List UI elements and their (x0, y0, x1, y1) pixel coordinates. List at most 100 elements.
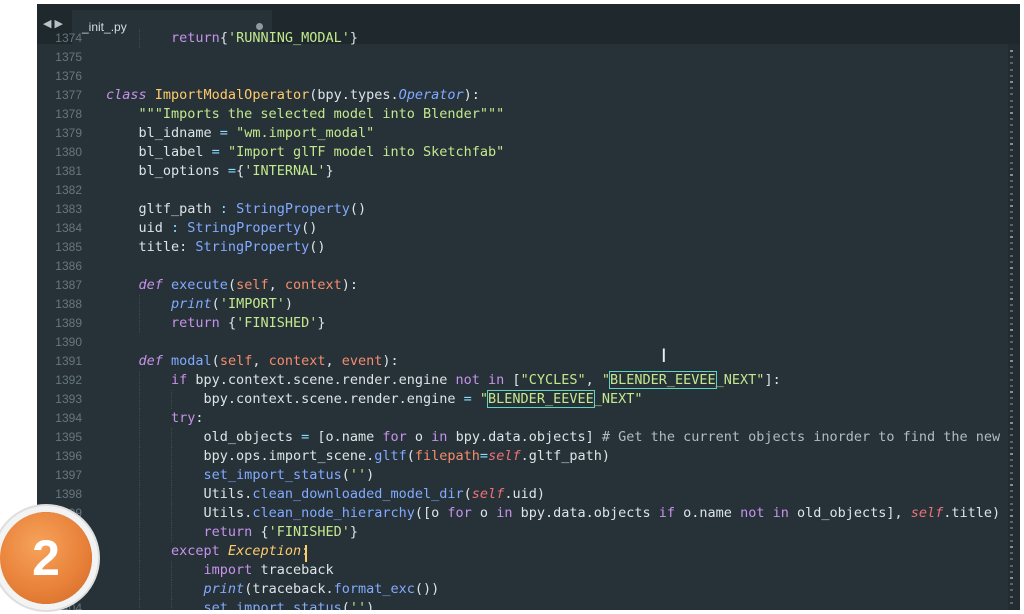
code-line[interactable]: 1389 return {'FINISHED'} (37, 314, 1006, 333)
minimap-line (1010, 329, 1013, 331)
minimap-line (1010, 236, 1013, 238)
code-token: if (171, 372, 196, 388)
code-text: set_import_status('') (106, 599, 375, 610)
code-area[interactable]: 1374 return{'RUNNING_MODAL'} 1375 1376 1377… (37, 29, 1020, 610)
minimap-line (1010, 589, 1013, 592)
code-token: not in (740, 505, 789, 521)
code-line[interactable]: 1397 set_import_status('') (37, 466, 1006, 485)
code-line[interactable]: 1398 Utils.clean_downloaded_model_dir(se… (37, 485, 1006, 504)
code-token: except (171, 543, 228, 559)
code-line[interactable]: 1394 try: (37, 409, 1006, 428)
code-line[interactable]: 1401 except Exception: (37, 542, 1006, 561)
code-line[interactable]: 1396 bpy.ops.import_scene.gltf(filepath=… (37, 447, 1006, 466)
indent-guide (171, 580, 173, 599)
code-line[interactable]: 1374 return{'RUNNING_MODAL'} (37, 29, 1006, 48)
code-token: bl_idname (138, 125, 220, 141)
code-token: bl_options (138, 163, 228, 179)
code-token: BLENDER_EEVEE (487, 390, 595, 408)
code-token: ): (341, 277, 359, 293)
minimap-line (1010, 496, 1013, 499)
code-line[interactable]: 1379 bl_idname = "wm.import_modal" (37, 124, 1006, 143)
code-line[interactable]: 1383 gltf_path : StringProperty() (37, 200, 1006, 219)
code-line[interactable]: 1376 (37, 67, 1006, 86)
code-line[interactable]: 1386 (37, 257, 1006, 276)
minimap-line (1010, 285, 1013, 288)
line-number: 1379 (55, 126, 82, 140)
code-text: """Imports the selected model into Blend… (106, 105, 505, 124)
minimap-line (1010, 68, 1013, 71)
code-text: print(traceback.format_exc()) (106, 580, 440, 599)
minimap-line (1010, 558, 1013, 561)
code-line[interactable]: 1400 return {'FINISHED'} (37, 523, 1006, 542)
code-token: " (471, 391, 489, 407)
code-line[interactable]: 1402 import traceback (37, 561, 1006, 580)
code-text: def modal(self, context, event): (106, 352, 399, 371)
code-line[interactable]: 1382 (37, 181, 1006, 200)
code-line[interactable]: 1384 uid : StringProperty() (37, 219, 1006, 238)
minimap-line (1010, 186, 1013, 189)
code-editor[interactable]: 1374 return{'RUNNING_MODAL'} 1375 1376 1377… (37, 29, 1020, 610)
code-line[interactable]: 1385 title: StringProperty() (37, 238, 1006, 257)
code-line[interactable]: 1388 print('IMPORT') (37, 295, 1006, 314)
code-text: if bpy.context.scene.render.engine not i… (106, 371, 781, 390)
code-line[interactable]: 1395 old_objects = [o.name for o in bpy.… (37, 428, 1020, 447)
indent-guide (138, 542, 140, 561)
minimap-line (1010, 217, 1013, 220)
code-line[interactable]: 1403 print(traceback.format_exc()) (37, 580, 1006, 599)
indent-guide (138, 580, 140, 599)
minimap-line (1010, 62, 1013, 65)
minimap-line (1010, 335, 1013, 338)
code-token: ) (366, 600, 375, 610)
line-number: 1391 (55, 354, 82, 368)
minimap-line (1010, 434, 1013, 437)
minimap-line (1010, 397, 1013, 400)
code-line[interactable]: 1404 set_import_status('') (37, 599, 1006, 610)
code-line[interactable]: 1378 """Imports the selected model into … (37, 105, 1006, 124)
code-token: self (910, 505, 944, 521)
minimap-line (1010, 310, 1013, 313)
line-number: 1388 (55, 297, 82, 311)
line-number: 1387 (55, 278, 82, 292)
code-token: clean_downloaded_model_dir (252, 486, 464, 502)
minimap-line (1010, 378, 1013, 381)
minimap-line (1010, 99, 1013, 102)
code-token: "Import glTF model into Sketchfab" (219, 144, 505, 160)
code-token: [ (512, 372, 521, 388)
code-token: Operator (398, 87, 464, 103)
minimap-line (1010, 546, 1013, 548)
code-line[interactable]: 1381 bl_options ={'INTERNAL'} (37, 162, 1006, 181)
code-line[interactable]: 1393 bpy.context.scene.render.engine = "… (37, 390, 1006, 409)
code-text: gltf_path : StringProperty() (106, 200, 367, 219)
code-token: { (227, 315, 237, 331)
code-token: 'IMPORT' (219, 296, 285, 312)
line-number: 1386 (55, 259, 82, 273)
code-token: clean_node_hierarchy (252, 505, 415, 521)
code-token: Utils. (203, 505, 253, 521)
code-token: event (341, 353, 383, 369)
code-line[interactable]: 1377 class ImportModalOperator(bpy.types.… (37, 86, 1006, 105)
code-line[interactable]: 1380 bl_label = "Import glTF model into … (37, 143, 1006, 162)
code-token: .uid) (504, 486, 545, 502)
code-line[interactable]: 1391 def modal(self, context, event): (37, 352, 1006, 371)
code-line[interactable]: 1390 (37, 333, 1006, 352)
minimap-line (1010, 161, 1013, 164)
code-line[interactable]: 1392 if bpy.context.scene.render.engine … (37, 371, 1006, 390)
code-token: } (317, 315, 326, 331)
minimap-line (1010, 490, 1013, 493)
code-token: = (219, 125, 228, 141)
code-token: (traceback. (244, 581, 334, 597)
minimap[interactable] (1008, 44, 1020, 610)
code-line[interactable]: 1387 def execute(self, context): (37, 276, 1006, 295)
line-number: 1392 (55, 373, 82, 387)
code-line[interactable]: 1399 Utils.clean_node_hierarchy([o for o… (37, 504, 1006, 523)
minimap-line (1010, 167, 1013, 170)
indent-guide (138, 599, 140, 610)
code-token: [o.name (309, 429, 383, 445)
code-token: self (488, 448, 521, 464)
indent-guide (171, 485, 173, 504)
code-token: : (195, 410, 204, 426)
minimap-line (1010, 267, 1013, 269)
code-text: old_objects = [o.name for o in bpy.data.… (106, 428, 1020, 447)
code-line[interactable]: 1375 (37, 48, 1006, 67)
